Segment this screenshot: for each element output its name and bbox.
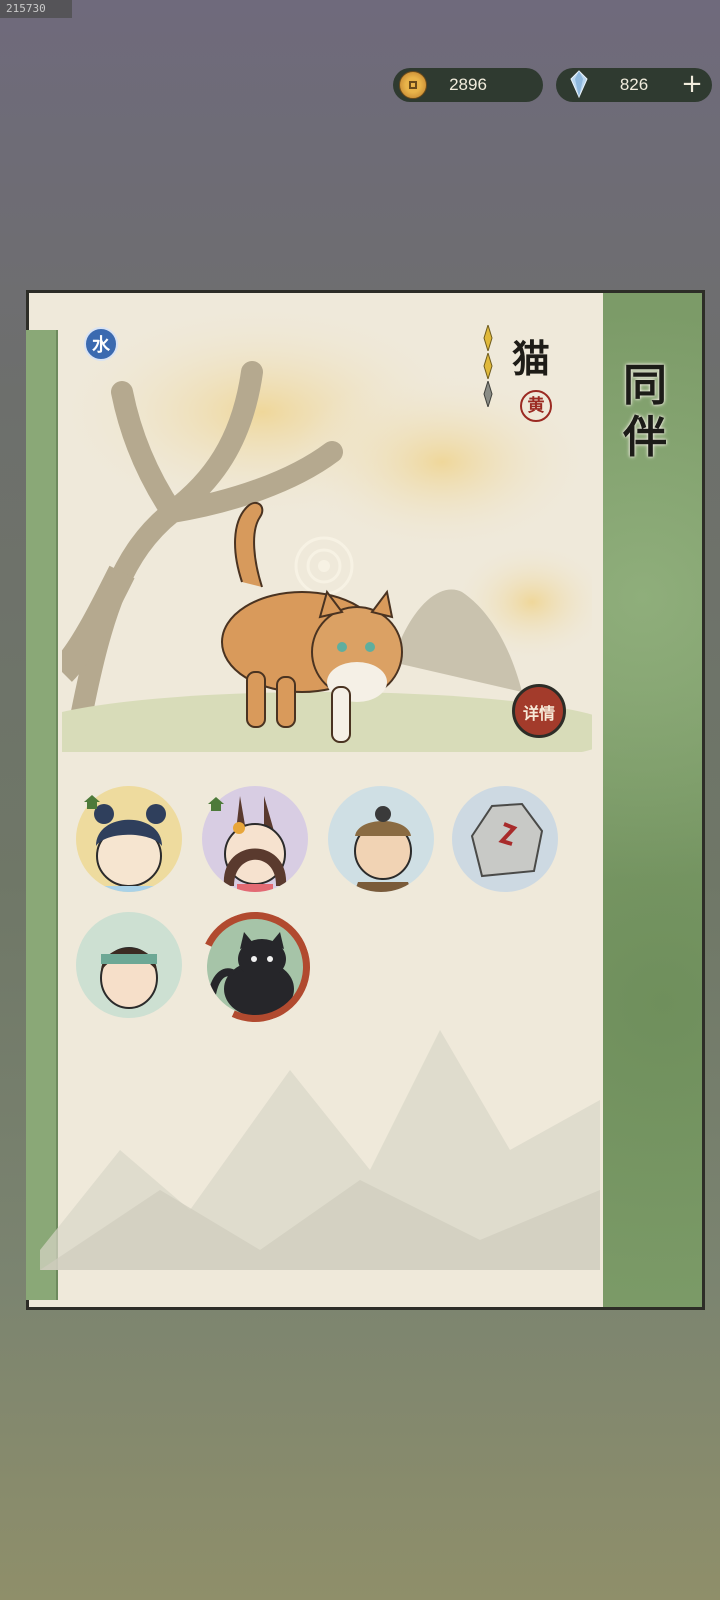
- star-empty-icon: [483, 381, 493, 407]
- star-rating: [478, 325, 502, 409]
- element-water-badge: 水: [84, 327, 118, 361]
- panel-title: 同 伴: [623, 360, 667, 463]
- add-gems-button[interactable]: +: [678, 71, 706, 99]
- details-button[interactable]: 详情: [512, 684, 566, 738]
- companion-portrait-4[interactable]: [452, 786, 558, 892]
- companion-portrait-3[interactable]: [328, 786, 434, 892]
- build-tag: 215730: [0, 0, 72, 18]
- mountain-backdrop: [40, 1030, 600, 1270]
- star-filled-icon: [483, 325, 493, 351]
- star-filled-icon: [483, 353, 493, 379]
- coin-value: 2896: [449, 75, 487, 94]
- home-icon: [208, 797, 224, 811]
- coin-counter: 2896: [393, 68, 543, 102]
- home-icon: [84, 795, 100, 809]
- pet-name: 猫: [512, 336, 551, 381]
- rarity-seal: 黄: [520, 390, 552, 422]
- gem-counter: 826 +: [556, 68, 712, 102]
